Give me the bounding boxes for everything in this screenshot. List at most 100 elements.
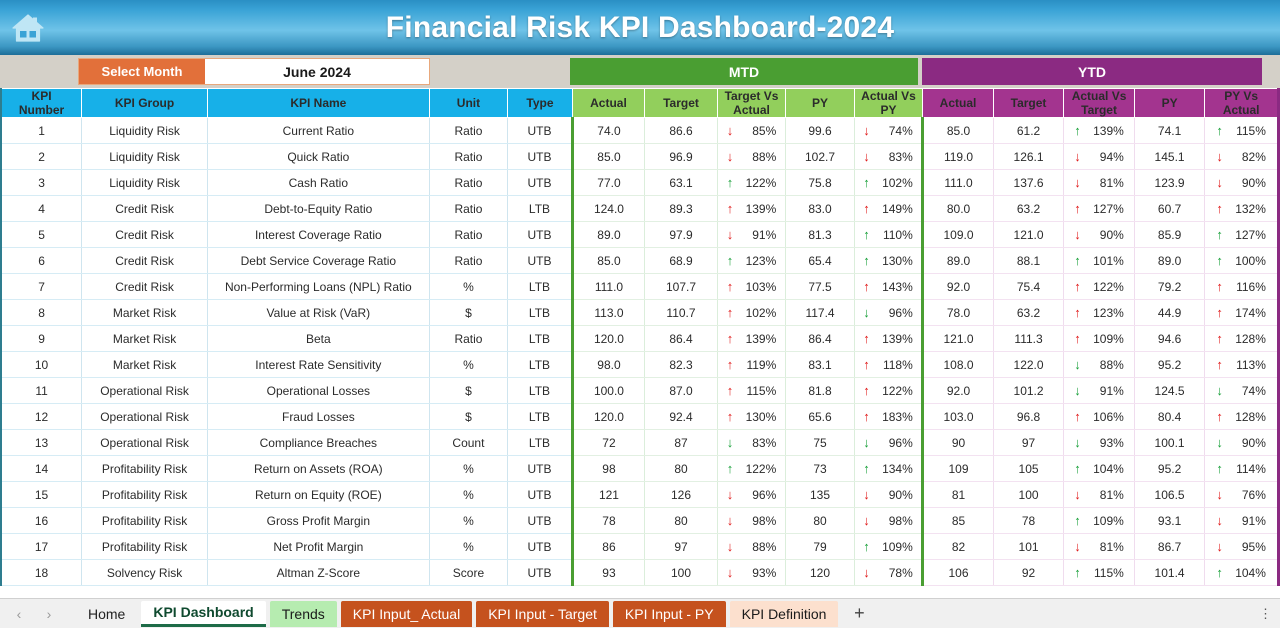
table-row[interactable]: 14 Profitability Risk Return on Assets (RO… — [0, 455, 1280, 482]
cell-mtd-target-vs-actual-value: 102% — [745, 305, 777, 320]
col-header-unit[interactable]: Unit — [428, 88, 509, 118]
col-header-ytd-target[interactable]: Target — [992, 88, 1065, 118]
table-row[interactable]: 11 Operational Risk Operational Losses $ LTB… — [0, 377, 1280, 404]
cell-ytd-py-vs-actual: ↑ 132% — [1204, 195, 1280, 222]
table-row[interactable]: 1 Liquidity Risk Current Ratio Ratio UTB 74.0… — [0, 117, 1280, 144]
cell-kpi-number: 14 — [0, 455, 83, 482]
table-row[interactable]: 17 Profitability Risk Net Profit Margin% UT… — [0, 533, 1280, 560]
col-header-mtd-py[interactable]: PY — [785, 88, 855, 118]
sheet-prev-button[interactable]: ‹ — [6, 602, 32, 626]
sheet-overflow-menu-icon[interactable]: ⋮ — [1259, 606, 1272, 622]
cell-mtd-target: 86.4 — [644, 325, 718, 352]
sheet-tab-trends[interactable]: Trends — [269, 600, 337, 627]
cell-ytd-actual-vs-target: ↑ 109% — [1063, 325, 1135, 352]
table-row[interactable]: 15 Profitability Risk Return on Equity (RO… — [0, 481, 1280, 508]
sheet-nav-buttons: ‹ › — [6, 602, 62, 626]
cell-mtd-actual-vs-py-value: 90% — [888, 487, 913, 502]
col-header-ytd-py[interactable]: PY — [1133, 88, 1206, 118]
cell-type: UTB — [507, 143, 574, 170]
cell-ytd-py: 123.9 — [1133, 169, 1206, 196]
table-row[interactable]: 7 Credit Risk Non-Performing Loans (NPL) R… — [0, 273, 1280, 300]
arrow-up-icon: ↑ — [1216, 123, 1223, 138]
arrow-up-icon: ↑ — [1074, 201, 1081, 216]
col-header-kpi-name[interactable]: KPI Name — [207, 88, 430, 118]
cell-ytd-actual: 82 — [921, 533, 994, 560]
cell-unit: Count — [428, 429, 509, 456]
sheet-tab-kpi-input-actual[interactable]: KPI Input_ Actual — [340, 600, 473, 627]
table-row[interactable]: 2 Liquidity Risk Quick Ratio Ratio UTB 85.0 96… — [0, 143, 1280, 170]
table-row[interactable]: 3 Liquidity Risk Cash Ratio Ratio UTB 77.0 63.… — [0, 169, 1280, 196]
col-header-kpi-number[interactable]: KPI Number — [0, 88, 83, 118]
sheet-tab-kpi-input-py[interactable]: KPI Input - PY — [612, 600, 726, 627]
cell-mtd-target-vs-actual-value: 83% — [752, 435, 777, 450]
cell-type: UTB — [507, 559, 574, 586]
col-header-ytd-py-vs-actual[interactable]: PY Vs Actual — [1204, 88, 1280, 118]
cell-ytd-target: 101 — [992, 533, 1065, 560]
table-row[interactable]: 5 Credit Risk Interest Coverage Ratio Ratio… — [0, 221, 1280, 248]
cell-ytd-actual: 92.0 — [921, 273, 994, 300]
col-header-kpi-group[interactable]: KPI Group — [81, 88, 209, 118]
cell-kpi-number: 17 — [0, 533, 83, 560]
cell-ytd-actual-vs-target-value: 91% — [1099, 383, 1124, 398]
col-header-ytd-actual[interactable]: Actual — [922, 88, 994, 118]
table-row[interactable]: 8 Market Risk Value at Risk (VaR) $ LTB 113.0… — [0, 299, 1280, 326]
arrow-down-icon: ↓ — [1216, 539, 1223, 554]
cell-mtd-target-vs-actual: ↓ 93% — [716, 559, 787, 586]
table-row[interactable]: 10 Market Risk Interest Rate Sensitivity% L… — [0, 351, 1280, 378]
col-header-mtd-target-vs-actual[interactable]: Target Vs Actual — [716, 88, 787, 118]
table-row[interactable]: 6 Credit Risk Debt Service Coverage Ratio R… — [0, 247, 1280, 274]
col-header-mtd-actual-vs-py[interactable]: Actual Vs PY — [853, 88, 924, 118]
cell-mtd-actual: 78 — [570, 507, 646, 534]
cell-kpi-name: Return on Equity (ROE) — [207, 481, 430, 508]
cell-kpi-group: Market Risk — [81, 325, 209, 352]
sheet-next-button[interactable]: › — [36, 602, 62, 626]
sheet-tab-kpi-definition[interactable]: KPI Definition — [729, 600, 839, 627]
col-header-ytd-actual-vs-target[interactable]: Actual Vs Target — [1063, 88, 1135, 118]
add-sheet-button[interactable]: + — [842, 601, 876, 627]
select-month-value[interactable]: June 2024 — [205, 59, 429, 84]
cell-mtd-actual: 72 — [570, 429, 646, 456]
col-header-mtd-target[interactable]: Target — [644, 88, 718, 118]
sheet-tab-home[interactable]: Home — [76, 601, 137, 627]
arrow-up-icon: ↑ — [1074, 513, 1081, 528]
cell-mtd-actual: 93 — [570, 559, 646, 586]
arrow-up-icon: ↑ — [1216, 565, 1223, 580]
cell-ytd-actual: 90 — [921, 429, 994, 456]
col-header-mtd-actual[interactable]: Actual — [571, 88, 646, 118]
cell-kpi-group: Credit Risk — [81, 247, 209, 274]
select-month-control[interactable]: Select Month June 2024 — [78, 58, 430, 85]
table-row[interactable]: 13 Operational Risk Compliance Breaches Cou… — [0, 429, 1280, 456]
cell-ytd-py: 80.4 — [1133, 403, 1206, 430]
cell-mtd-target-vs-actual: ↑ 130% — [716, 403, 787, 430]
table-row[interactable]: 4 Credit Risk Debt-to-Equity Ratio Ratio LTB… — [0, 195, 1280, 222]
cell-type: UTB — [507, 117, 574, 144]
table-row[interactable]: 18 Solvency Risk Altman Z-Score Score UTB 93 1… — [0, 559, 1280, 586]
arrow-up-icon: ↑ — [1216, 305, 1223, 320]
cell-mtd-actual: 74.0 — [570, 117, 646, 144]
table-row[interactable]: 12 Operational Risk Fraud Losses $ LTB 120.0 9… — [0, 403, 1280, 430]
cell-mtd-target-vs-actual-value: 96% — [752, 487, 777, 502]
cell-ytd-actual: 111.0 — [921, 169, 994, 196]
cell-mtd-target-vs-actual-value: 119% — [746, 357, 777, 372]
cell-mtd-target-vs-actual-value: 123% — [745, 253, 777, 268]
sheet-tab-kpi-dashboard[interactable]: KPI Dashboard — [141, 600, 266, 627]
cell-mtd-actual-vs-py: ↑ 143% — [853, 273, 925, 300]
cell-mtd-target-vs-actual: ↓ 98% — [716, 507, 787, 534]
table-row[interactable]: 16 Profitability Risk Gross Profit Margin%… — [0, 507, 1280, 534]
cell-mtd-actual-vs-py: ↑ 183% — [853, 403, 925, 430]
arrow-up-icon: ↑ — [863, 461, 870, 476]
arrow-up-icon: ↑ — [726, 305, 734, 320]
sheet-tab-kpi-input-target[interactable]: KPI Input - Target — [476, 600, 609, 627]
table-row[interactable]: 9 Market Risk Beta Ratio LTB 120.0 86.4 ↑ 139% 86… — [0, 325, 1280, 352]
col-header-type[interactable]: Type — [507, 88, 573, 118]
cell-ytd-py-vs-actual-value: 95% — [1241, 539, 1266, 554]
cell-ytd-py-vs-actual: ↑ 100% — [1204, 247, 1280, 274]
arrow-up-icon: ↑ — [1216, 279, 1223, 294]
cell-kpi-number: 3 — [0, 169, 83, 196]
cell-mtd-target: 80 — [644, 507, 718, 534]
cell-ytd-target: 78 — [992, 507, 1065, 534]
kpi-table-container[interactable]: KPI Number KPI Group KPI Name Unit Type … — [0, 88, 1280, 598]
cell-mtd-actual-vs-py-value: 74% — [888, 123, 913, 138]
col-header-mtd-tva-line1: Target Vs — [724, 89, 779, 104]
cell-mtd-target: 87.0 — [644, 377, 718, 404]
